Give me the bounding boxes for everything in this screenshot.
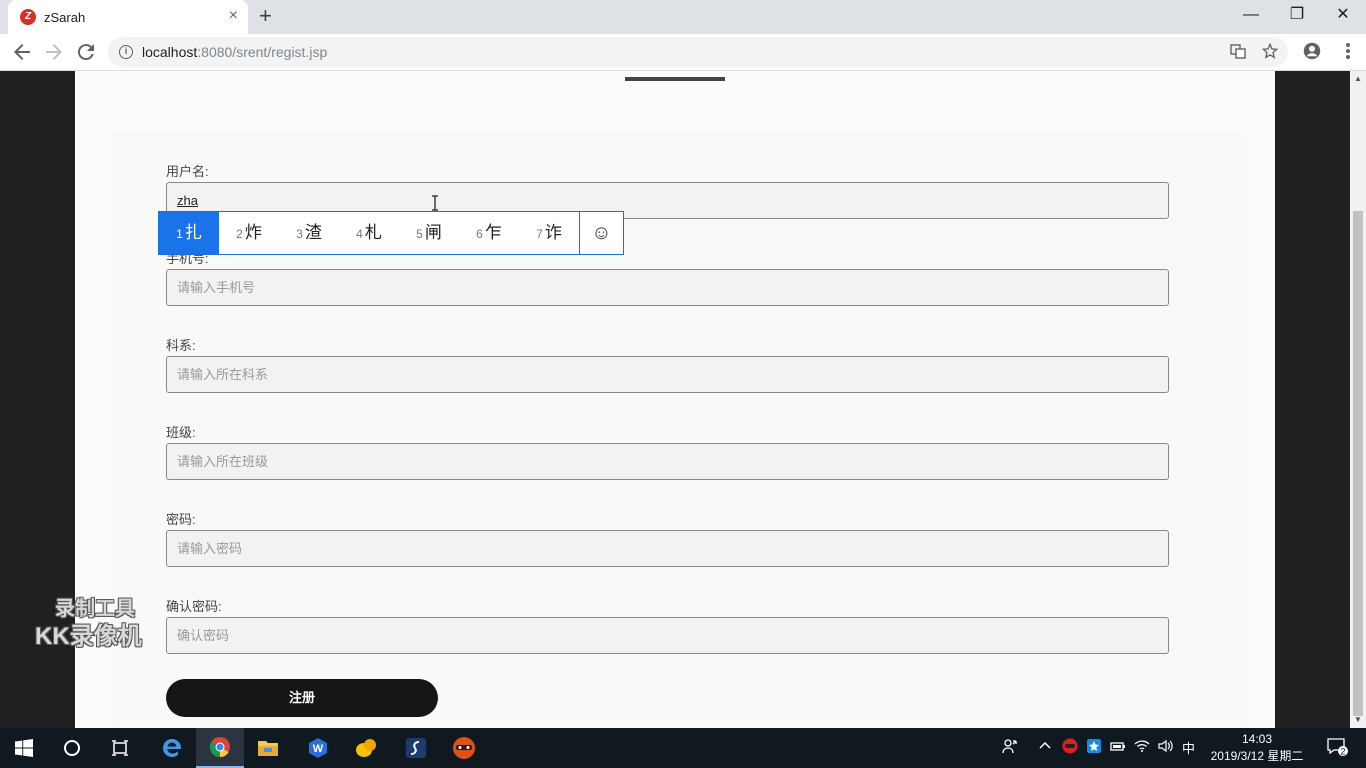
notification-center-icon[interactable]: 2 (1326, 736, 1348, 761)
department-input[interactable]: 请输入所在科系 (166, 356, 1169, 393)
scroll-down-icon[interactable]: ▼ (1350, 712, 1366, 728)
task-view-icon[interactable] (96, 728, 144, 768)
ime-candidate[interactable]: 4札 (339, 212, 399, 254)
chrome-icon[interactable] (196, 728, 244, 768)
explorer-icon[interactable] (244, 728, 292, 768)
ime-indicator[interactable]: 中 (1182, 738, 1195, 757)
app-icon[interactable] (342, 728, 390, 768)
department-label: 科系: (166, 338, 196, 353)
header-divider (625, 77, 725, 81)
wps-icon[interactable]: W (294, 728, 342, 768)
class-input[interactable]: 请输入所在班级 (166, 443, 1169, 480)
ime-candidate[interactable]: 7诈 (519, 212, 579, 254)
translate-icon[interactable] (1230, 43, 1246, 63)
password-input[interactable]: 请输入密码 (166, 530, 1169, 567)
ime-candidate[interactable]: 3渣 (279, 212, 339, 254)
phone-input[interactable]: 请输入手机号 (166, 269, 1169, 306)
forward-icon[interactable] (42, 40, 66, 64)
sublime-icon[interactable] (392, 728, 440, 768)
svg-text:2: 2 (1340, 747, 1345, 757)
restore-button[interactable]: ❐ (1274, 4, 1320, 30)
vertical-scrollbar[interactable]: ▲ ▼ (1350, 71, 1366, 728)
tab-close-icon[interactable]: × (229, 8, 238, 24)
recorder-icon[interactable] (440, 728, 488, 768)
recorder-watermark: 录制工具 KK录像机 (35, 598, 142, 650)
register-button[interactable]: 注册 (166, 679, 438, 717)
volume-icon[interactable] (1157, 738, 1173, 757)
confirm-password-label: 确认密码: (166, 599, 222, 614)
people-icon[interactable] (1002, 738, 1018, 757)
page-content: 用户名: zha 手机号: 请输入手机号 科系: 请输入所在科系 班级: 请输入… (75, 71, 1275, 728)
page-viewport: 用户名: zha 手机号: 请输入手机号 科系: 请输入所在科系 班级: 请输入… (0, 71, 1350, 728)
wifi-icon[interactable] (1134, 738, 1150, 757)
menu-icon[interactable] (1340, 42, 1356, 65)
browser-toolbar: i localhost:8080/srent/regist.jsp (0, 34, 1366, 71)
class-label: 班级: (166, 425, 196, 440)
tray-app-blue-icon[interactable] (1086, 738, 1102, 757)
tab-strip: Z zSarah × + — ❐ ✕ (0, 0, 1366, 34)
battery-icon[interactable] (1110, 738, 1126, 757)
edge-icon[interactable] (148, 728, 196, 768)
system-clock[interactable]: 14:03 2019/3/12 星期二 (1202, 731, 1312, 765)
star-icon[interactable] (1261, 42, 1279, 63)
reload-icon[interactable] (74, 40, 98, 64)
scroll-up-icon[interactable]: ▲ (1350, 71, 1366, 87)
clock-time: 14:03 (1241, 732, 1273, 746)
confirm-password-input[interactable]: 确认密码 (166, 617, 1169, 654)
back-icon[interactable] (10, 40, 34, 64)
browser-tab[interactable]: Z zSarah × (8, 0, 248, 34)
ime-candidate[interactable]: 2炸 (219, 212, 279, 254)
ime-candidate[interactable]: 6乍 (459, 212, 519, 254)
username-label: 用户名: (166, 164, 209, 179)
ime-candidate[interactable]: 5闸 (399, 212, 459, 254)
ime-candidate-bar: 1扎 2炸 3渣 4札 5闸 6乍 7诈 ☺ (158, 211, 624, 255)
password-label: 密码: (166, 512, 196, 527)
svg-text:W: W (313, 743, 324, 755)
tab-title: zSarah (44, 10, 86, 25)
account-icon[interactable] (1303, 42, 1321, 65)
new-tab-button[interactable]: + (259, 4, 272, 28)
search-circle-icon[interactable] (48, 728, 96, 768)
tray-app-red-icon[interactable] (1062, 738, 1078, 757)
emoji-icon[interactable]: ☺ (579, 212, 623, 254)
site-favicon-icon: Z (20, 9, 36, 25)
address-bar[interactable]: i localhost:8080/srent/regist.jsp (108, 37, 1288, 67)
tray-expand-icon[interactable] (1038, 738, 1052, 755)
close-window-button[interactable]: ✕ (1320, 4, 1366, 30)
ime-candidate[interactable]: 1扎 (159, 212, 219, 254)
minimize-button[interactable]: — (1228, 4, 1274, 30)
clock-date: 2019/3/12 星期二 (1210, 749, 1304, 763)
scrollbar-thumb[interactable] (1353, 211, 1363, 716)
url-text: localhost:8080/srent/regist.jsp (142, 44, 328, 60)
windows-taskbar: W 中 14:03 2019/3/12 星期二 2 (0, 728, 1366, 768)
windows-start-icon[interactable] (0, 728, 48, 768)
info-icon[interactable]: i (119, 45, 133, 59)
